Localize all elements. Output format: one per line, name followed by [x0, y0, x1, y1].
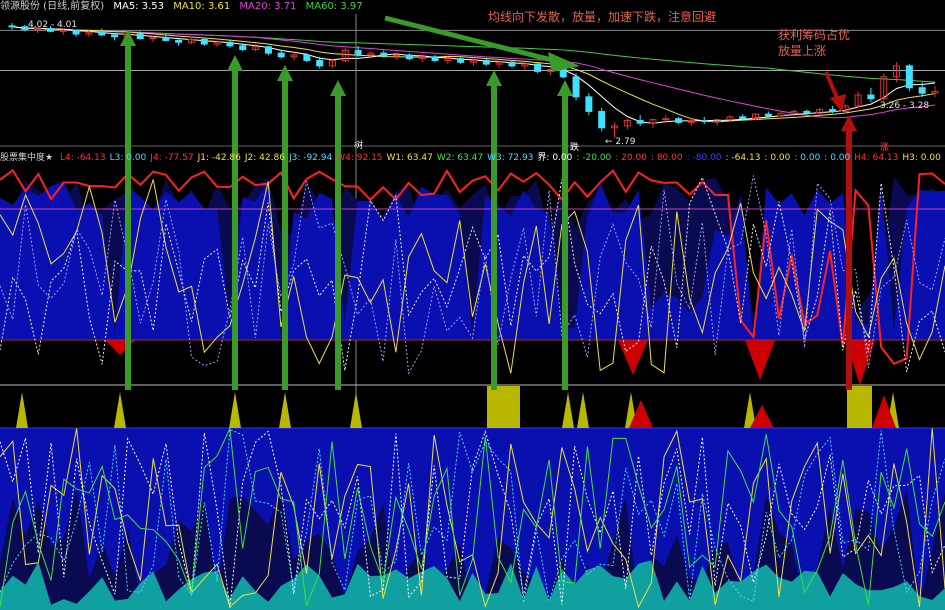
bottom-yellow-spike: [562, 392, 574, 428]
candle-body: [482, 59, 490, 65]
green-up-arrow-head: [277, 65, 293, 81]
candle-body: [828, 109, 836, 112]
bottom-yellow-spike: [16, 392, 28, 428]
indicator-item: : 80.00: [650, 153, 683, 163]
candle-body: [59, 29, 67, 32]
ma10-label: MA10: 3.61: [173, 1, 231, 12]
stock-name: 领源股份 (日线,前复权): [0, 1, 105, 12]
price-tag-right: 3.26 - 3.28: [880, 101, 929, 111]
indicator-item: W2: 63.47: [436, 153, 484, 163]
candle-body: [149, 37, 157, 40]
bottom-yellow-spike: [114, 392, 126, 428]
indicator-item: H4: 64.13: [854, 153, 899, 163]
candle-body: [200, 38, 208, 45]
candle-body: [508, 61, 516, 67]
indicator-item: L3: 0.00: [109, 153, 147, 163]
ma20-label: MA20: 3.71: [239, 1, 297, 12]
indicator-item: J3: -92.94: [288, 153, 333, 163]
candle-body: [675, 118, 683, 123]
green-up-arrow-head: [557, 80, 573, 96]
candle-body: [277, 52, 285, 58]
marker-tree: 树: [354, 139, 363, 151]
indicator-item: : -80.00: [686, 153, 722, 163]
candle-body: [111, 34, 119, 38]
candle-body: [636, 120, 644, 124]
candle-body: [572, 76, 580, 98]
candle-body: [316, 59, 324, 67]
indicator-item: H3: 0.00: [902, 153, 941, 163]
ma60-label: MA60: 3.97: [305, 1, 363, 12]
bottom-yellow-spike: [229, 392, 241, 428]
candle-body: [918, 87, 926, 94]
indicator-item: J4: -77.57: [150, 153, 194, 163]
candle-body: [739, 116, 747, 120]
indicator-red-dip: [618, 340, 648, 375]
candle-body: [264, 46, 272, 54]
bottom-yellow-spike: [350, 392, 362, 428]
indicator-item: W3: 72.93: [487, 153, 534, 163]
stock-chart: 4.02 - 4.01← 2.793.26 - 3.28跌 涨树: [0, 14, 945, 610]
candle-body: [72, 29, 80, 35]
candle-body: [700, 120, 708, 123]
indicator-item: : -64.13: [725, 153, 761, 163]
candle-body: [457, 58, 465, 63]
bottom-yellow-spike: [577, 392, 589, 428]
indicator-item: W1: 63.47: [386, 153, 433, 163]
indicator-item: J2: 42.86: [244, 153, 285, 163]
annotation-top-center: 均线向下发散，放量，加速下跌，注意回避: [488, 10, 717, 24]
candle-body: [867, 94, 875, 100]
green-up-arrow-head: [330, 80, 346, 96]
indicator-item: : 0.00: [824, 153, 851, 163]
candle-body: [405, 54, 413, 60]
candle-body: [8, 25, 16, 28]
candle-body: [175, 39, 183, 43]
candle-body: [905, 65, 913, 89]
candle-body: [585, 96, 593, 112]
indicator-item: L4: -64.13: [59, 153, 106, 163]
candle-body: [380, 52, 388, 57]
indicator-legend: 股票集中度★ L4: -64.13 L3: 0.00 J4: -77.57 J1: -…: [0, 152, 945, 164]
indicator-red-dip: [745, 340, 775, 380]
indicator-name: 股票集中度★: [0, 153, 54, 163]
candle-body: [559, 69, 567, 78]
green-up-arrow-head: [486, 70, 502, 86]
candle-body: [162, 37, 170, 41]
candle-body: [764, 113, 772, 117]
indicator-item: W4: 92.15: [336, 153, 383, 163]
indicator-item: : 0.00: [764, 153, 791, 163]
candle-body: [226, 41, 234, 47]
bottom-yellow-block: [847, 386, 872, 428]
red-diagonal-arrow: [824, 71, 840, 101]
candle-body: [239, 45, 247, 51]
candle-body: [303, 54, 311, 61]
indicator-item: 界: 0.00: [537, 153, 573, 163]
candle-body: [21, 26, 29, 30]
indicator-item: J1: -42.86: [197, 153, 241, 163]
indicator-item: : 0.00: [794, 153, 821, 163]
green-up-arrow-head: [227, 55, 243, 71]
ma5-label: MA5: 3.53: [113, 1, 165, 12]
top-legend: 领源股份 (日线,前复权) MA5: 3.53 MA10: 3.61 MA20:…: [0, 1, 369, 13]
price-tag-low: ← 2.79: [605, 137, 636, 147]
candle-body: [803, 110, 811, 114]
indicator-item: : -20.00: [576, 153, 612, 163]
annotation-right-line1: 获利筹码占优: [778, 28, 851, 42]
candle-body: [534, 63, 542, 72]
candle-body: [393, 54, 401, 57]
annotation-right-line2: 放量上涨: [778, 44, 827, 58]
indicator-item: : 20.00: [615, 153, 647, 163]
candle-body: [431, 56, 439, 61]
price-tag-high: 4.02 - 4.01: [28, 20, 77, 30]
bottom-yellow-spike: [279, 392, 291, 428]
candle-body: [598, 110, 606, 129]
candle-body: [98, 31, 106, 36]
bottom-yellow-block: [487, 386, 520, 428]
candle-body: [662, 118, 670, 121]
candle-body: [136, 33, 144, 40]
